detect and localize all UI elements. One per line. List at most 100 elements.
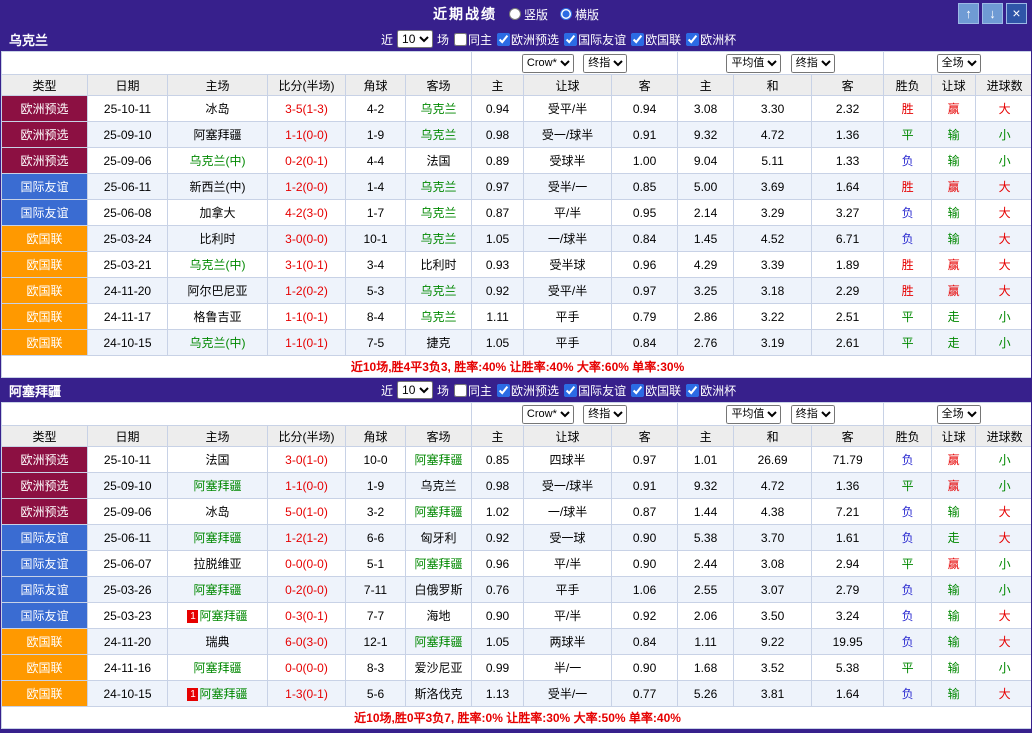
cell-asian-away-odds: 0.91: [612, 473, 678, 499]
cell-away-team: 乌克兰: [406, 226, 472, 252]
competition-filter[interactable]: 欧国联: [631, 382, 681, 399]
cell-result-handicap: 赢: [932, 473, 976, 499]
cell-corners: 10-1: [346, 226, 406, 252]
match-row: 欧国联24-10-15乌克兰(中)1-1(0-1)7-5捷克1.05平手0.84…: [2, 330, 1032, 356]
competition-checkbox[interactable]: [564, 384, 577, 397]
col-wdl: 胜负: [884, 75, 932, 96]
recent-count-select[interactable]: 10: [397, 381, 433, 399]
match-row: 欧国联25-03-21乌克兰(中)3-1(0-1)3-4比利时0.93受半球0.…: [2, 252, 1032, 278]
cell-score: 0-0(0-0): [268, 655, 346, 681]
euro-average-select[interactable]: 平均值: [726, 405, 781, 424]
competition-checkbox[interactable]: [686, 384, 699, 397]
cell-score: 1-1(0-0): [268, 473, 346, 499]
cell-result-handicap: 输: [932, 603, 976, 629]
cell-date: 25-09-06: [88, 499, 168, 525]
asian-final-select[interactable]: 终指: [583, 54, 627, 73]
cell-competition: 国际友谊: [2, 200, 88, 226]
col-euro-home: 主: [678, 75, 734, 96]
close-button[interactable]: ×: [1006, 3, 1027, 24]
competition-filter[interactable]: 国际友谊: [564, 31, 626, 48]
competition-checkbox[interactable]: [564, 33, 577, 46]
euro-average-select[interactable]: 平均值: [726, 54, 781, 73]
bookmaker-select[interactable]: Crow*: [522, 405, 574, 424]
cell-asian-home-odds: 0.87: [472, 200, 524, 226]
cell-euro-home-odds: 5.00: [678, 174, 734, 200]
competition-filter[interactable]: 欧洲预选: [497, 382, 559, 399]
cell-away-team: 乌克兰: [406, 200, 472, 226]
col-wdl: 胜负: [884, 426, 932, 447]
match-row: 国际友谊25-06-11新西兰(中)1-2(0-0)1-4乌克兰0.97受半/一…: [2, 174, 1032, 200]
cell-result-goals: 小: [976, 577, 1032, 603]
same-away-checkbox[interactable]: [454, 384, 467, 397]
recent-count-select[interactable]: 10: [397, 30, 433, 48]
cell-result-goals: 小: [976, 655, 1032, 681]
competition-checkbox[interactable]: [497, 384, 510, 397]
same-away-filter[interactable]: 同主: [454, 382, 492, 399]
euro-final-select[interactable]: 终指: [791, 405, 835, 424]
cell-score: 1-3(0-1): [268, 681, 346, 707]
match-row: 欧洲预选25-09-10阿塞拜疆1-1(0-0)1-9乌克兰0.98受一/球半0…: [2, 122, 1032, 148]
same-home-checkbox[interactable]: [454, 33, 467, 46]
cell-asian-handicap: 两球半: [524, 629, 612, 655]
euro-odds-selects: 平均值 终指: [678, 403, 884, 426]
layout-vertical-option[interactable]: 竖版: [509, 6, 548, 23]
competition-filter[interactable]: 欧洲预选: [497, 31, 559, 48]
horizontal-radio[interactable]: [560, 8, 572, 20]
cell-asian-away-odds: 0.87: [612, 499, 678, 525]
competition-checkbox[interactable]: [497, 33, 510, 46]
move-down-button[interactable]: ↓: [982, 3, 1003, 24]
vertical-radio[interactable]: [509, 8, 521, 20]
cell-result-handicap: 走: [932, 304, 976, 330]
cell-euro-away-odds: 19.95: [812, 629, 884, 655]
cell-asian-away-odds: 0.79: [612, 304, 678, 330]
layout-horizontal-option[interactable]: 横版: [560, 6, 599, 23]
cell-asian-home-odds: 1.13: [472, 681, 524, 707]
same-home-filter[interactable]: 同主: [454, 31, 492, 48]
cell-euro-home-odds: 9.32: [678, 473, 734, 499]
cell-result-handicap: 赢: [932, 551, 976, 577]
scope-select[interactable]: 全场: [937, 405, 981, 424]
competition-filter[interactable]: 欧国联: [631, 31, 681, 48]
cell-asian-home-odds: 0.93: [472, 252, 524, 278]
cell-date: 24-11-20: [88, 278, 168, 304]
competition-filter[interactable]: 欧洲杯: [686, 382, 736, 399]
scope-select[interactable]: 全场: [937, 54, 981, 73]
competition-filter[interactable]: 欧洲杯: [686, 31, 736, 48]
competition-label: 欧国联: [645, 382, 681, 399]
cell-result-handicap: 输: [932, 148, 976, 174]
match-row: 国际友谊25-03-231阿塞拜疆0-3(0-1)7-7海地0.90平/半0.9…: [2, 603, 1032, 629]
cell-result-handicap: 输: [932, 226, 976, 252]
col-handicap: 让球: [524, 426, 612, 447]
cell-asian-away-odds: 0.91: [612, 122, 678, 148]
col-type: 类型: [2, 426, 88, 447]
competition-checkbox[interactable]: [631, 33, 644, 46]
cell-euro-home-odds: 2.86: [678, 304, 734, 330]
cell-result-goals: 大: [976, 200, 1032, 226]
cell-euro-home-odds: 3.08: [678, 96, 734, 122]
cell-away-team: 阿塞拜疆: [406, 629, 472, 655]
euro-final-select[interactable]: 终指: [791, 54, 835, 73]
competition-checkbox[interactable]: [686, 33, 699, 46]
cell-euro-away-odds: 2.51: [812, 304, 884, 330]
bookmaker-select[interactable]: Crow*: [522, 54, 574, 73]
col-euro-away: 客: [812, 75, 884, 96]
competition-filter[interactable]: 国际友谊: [564, 382, 626, 399]
match-table-body: 欧洲预选25-10-11冰岛3-5(1-3)4-2乌克兰0.94受平/半0.94…: [2, 96, 1032, 356]
cell-euro-draw-odds: 5.11: [734, 148, 812, 174]
competition-label: 欧洲预选: [511, 382, 559, 399]
cell-date: 25-03-23: [88, 603, 168, 629]
cell-result-goals: 大: [976, 525, 1032, 551]
cell-away-team: 乌克兰: [406, 304, 472, 330]
cell-date: 24-10-15: [88, 330, 168, 356]
cell-asian-away-odds: 0.90: [612, 525, 678, 551]
cell-result-wdl: 胜: [884, 278, 932, 304]
cell-result-wdl: 负: [884, 226, 932, 252]
competition-label: 国际友谊: [578, 382, 626, 399]
cell-asian-home-odds: 0.94: [472, 96, 524, 122]
cell-away-team: 斯洛伐克: [406, 681, 472, 707]
move-up-button[interactable]: ↑: [958, 3, 979, 24]
competition-checkbox[interactable]: [631, 384, 644, 397]
selects-spacer: [2, 403, 472, 426]
cell-asian-handicap: 受一球: [524, 525, 612, 551]
asian-final-select[interactable]: 终指: [583, 405, 627, 424]
